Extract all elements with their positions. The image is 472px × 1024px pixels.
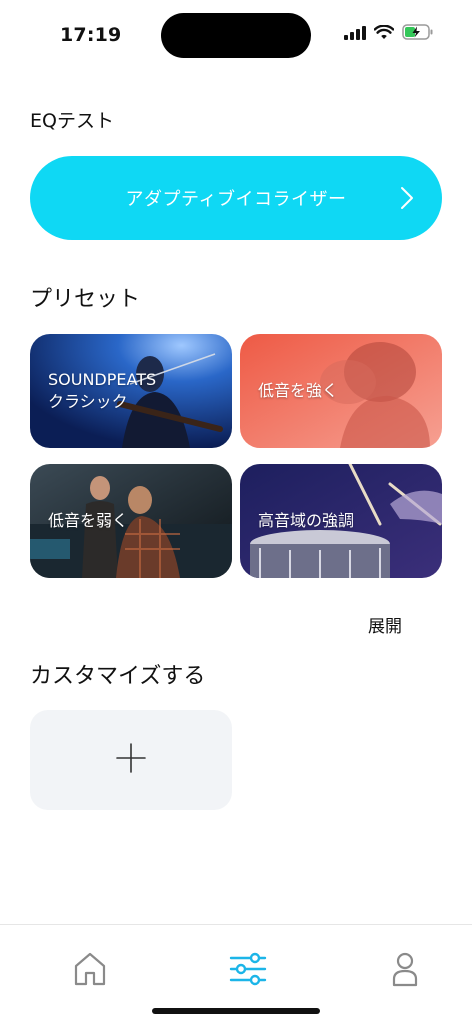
cellular-signal-icon [344,25,366,44]
status-bar: 17:19 [0,0,472,72]
plus-icon [115,742,147,778]
preset-card-bass-reduce[interactable]: 低音を弱く [30,464,232,578]
presets-title: プリセット [30,287,141,312]
equalizer-icon [229,952,267,990]
preset-card-bass-boost[interactable]: 低音を強く [240,334,442,448]
status-icons [344,24,434,44]
battery-charging-icon [402,24,434,44]
preset-card-classic[interactable]: SOUNDPEATS クラシック [30,334,232,448]
tab-equalizer[interactable] [224,947,272,995]
home-icon [73,951,107,991]
wifi-icon [373,24,395,44]
preset-label-bass-reduce: 低音を弱く [48,511,129,530]
profile-icon [391,951,419,991]
custom-title: カスタマイズする [30,664,206,689]
expand-presets-link[interactable]: 展開 [368,612,402,637]
tab-profile[interactable] [381,947,429,995]
dynamic-island [161,13,311,58]
status-time: 17:19 [60,24,122,46]
home-indicator [152,1008,320,1014]
preset-label-bass-boost: 低音を強く [258,381,339,400]
adaptive-eq-label: アダプティブイコライザー [125,189,347,210]
add-custom-eq-button[interactable] [30,710,232,810]
adaptive-eq-button[interactable]: アダプティブイコライザー [30,156,442,240]
eq-test-title: EQテスト [30,110,114,132]
chevron-right-icon [400,186,414,214]
preset-label-treble-boost: 高音域の強調 [258,511,355,530]
preset-label-classic: SOUNDPEATS クラシック [48,370,157,411]
preset-card-treble-boost[interactable]: 高音域の強調 [240,464,442,578]
tab-home[interactable] [66,947,114,995]
